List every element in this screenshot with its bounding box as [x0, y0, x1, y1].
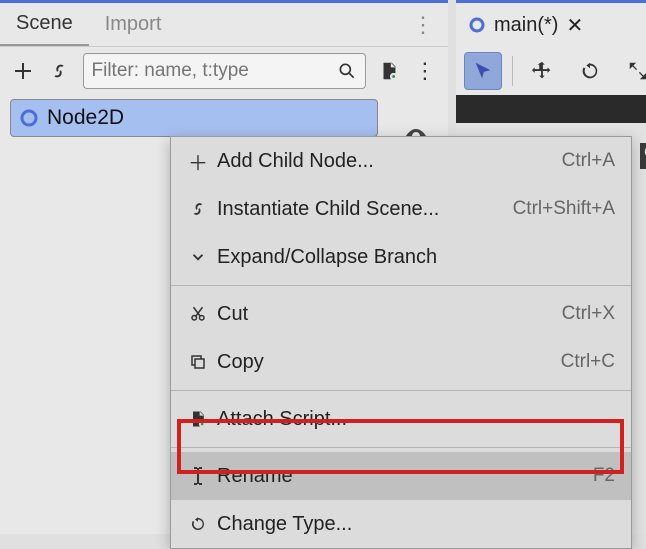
menu-attach-script[interactable]: Attach Script... — [171, 395, 631, 443]
scene-file-tab[interactable]: main(*) ✕ — [456, 3, 646, 47]
context-menu: ＋ Add Child Node... Ctrl+A Instantiate C… — [170, 136, 632, 549]
plus-icon: ＋ — [185, 147, 211, 176]
node2d-icon — [468, 16, 486, 34]
menu-separator — [171, 285, 631, 286]
scene-file-label: main(*) — [494, 14, 558, 37]
node-label: Node2D — [47, 106, 124, 130]
search-icon — [337, 61, 357, 81]
menu-change-type[interactable]: Change Type... — [171, 500, 631, 548]
zoom-label: % — [640, 143, 646, 169]
filter-box[interactable] — [83, 53, 366, 89]
reload-icon — [185, 515, 211, 533]
rotate-tool[interactable] — [571, 52, 609, 90]
more-options-icon[interactable]: ⋮ — [412, 54, 438, 88]
scale-tool[interactable] — [619, 52, 646, 90]
viewport-ruler — [456, 95, 646, 123]
dock-tabs: Scene Import ⋮ — [0, 3, 448, 47]
viewport-toolbar — [456, 47, 646, 95]
select-tool[interactable] — [464, 52, 502, 90]
attach-script-button[interactable] — [376, 54, 402, 88]
menu-expand-collapse[interactable]: Expand/Collapse Branch — [171, 233, 631, 281]
scene-toolbar: ⋮ — [0, 47, 448, 95]
tab-scene[interactable]: Scene — [0, 3, 89, 46]
script-add-icon — [185, 409, 211, 429]
scene-tree: Node2D — [0, 95, 448, 141]
cut-icon — [185, 305, 211, 323]
menu-instantiate[interactable]: Instantiate Child Scene... Ctrl+Shift+A — [171, 185, 631, 233]
node2d-icon — [19, 108, 39, 128]
copy-icon — [185, 353, 211, 371]
add-node-button[interactable] — [10, 54, 36, 88]
move-tool[interactable] — [523, 52, 561, 90]
menu-rename[interactable]: Rename F2 — [171, 452, 631, 500]
divider — [512, 56, 513, 86]
filter-input[interactable] — [92, 60, 337, 82]
chevron-down-icon — [185, 248, 211, 266]
menu-cut[interactable]: Cut Ctrl+X — [171, 290, 631, 338]
instance-scene-button[interactable] — [46, 54, 72, 88]
menu-separator — [171, 390, 631, 391]
tab-import[interactable]: Import — [89, 3, 178, 46]
menu-copy[interactable]: Copy Ctrl+C — [171, 338, 631, 386]
text-cursor-icon — [185, 466, 211, 486]
menu-separator — [171, 447, 631, 448]
scene-tree-node[interactable]: Node2D — [10, 99, 378, 137]
menu-add-child[interactable]: ＋ Add Child Node... Ctrl+A — [171, 137, 631, 185]
close-icon[interactable]: ✕ — [566, 13, 583, 38]
link-icon — [185, 199, 211, 219]
dock-menu-icon[interactable]: ⋮ — [398, 12, 448, 38]
